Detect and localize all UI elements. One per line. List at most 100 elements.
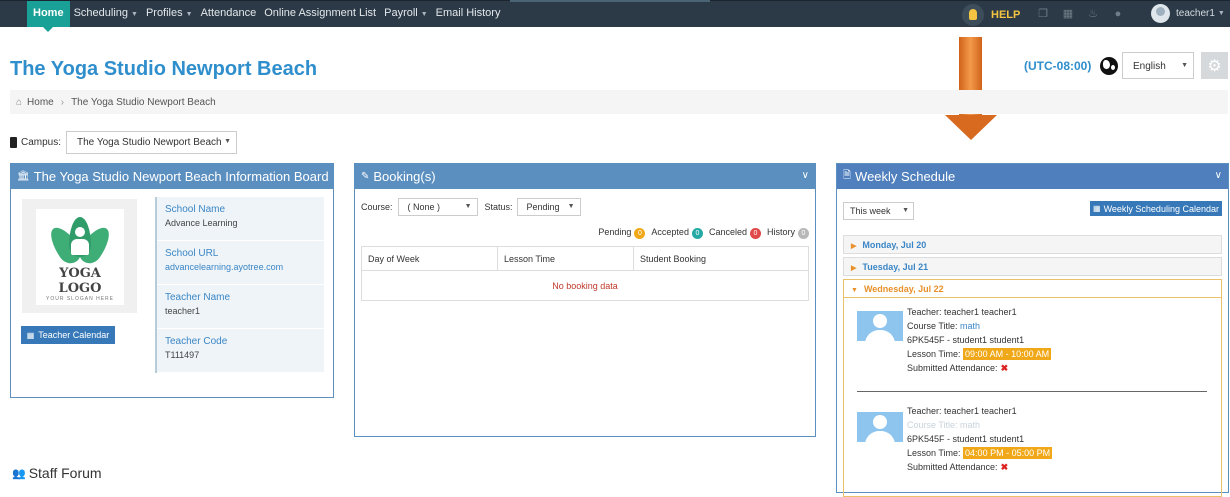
teacher-calendar-button[interactable]: ▦ Teacher Calendar (21, 326, 115, 344)
lesson-course: Course Title: math (907, 420, 981, 430)
day-accordion-monday[interactable]: ▶ Monday, Jul 20 (843, 235, 1222, 254)
course-label: Course: (361, 202, 393, 212)
info-item-school-name: School Name Advance Learning (157, 197, 324, 240)
avatar (857, 412, 903, 442)
status-count-badge: 0 (634, 228, 646, 239)
weekly-schedule-title: Weekly Schedule (855, 169, 956, 184)
users-icon: 👥 (12, 467, 26, 480)
nav-icon-group: ❐ ▦ ♨ ● (1036, 7, 1125, 21)
lesson-student: 6PK545F - student1 student1 (907, 434, 1025, 444)
breadcrumb-current: The Yoga Studio Newport Beach (71, 96, 216, 108)
wednesday-lessons: Teacher: teacher1 teacher1 Course Title:… (843, 297, 1222, 497)
main-nav: Home Scheduling ▼ Profiles ▼ Attendance On… (27, 1, 505, 32)
column-header[interactable]: Student Booking (633, 246, 809, 271)
bookings-panel: ✎ Booking(s) ∨ Course: ( None ) ▼ Status… (354, 163, 816, 437)
navbar-accent-line (510, 0, 710, 2)
campus-label: Campus: (21, 137, 62, 148)
nav-item-attendance[interactable]: Attendance (197, 1, 261, 27)
info-item-teacher-code: Teacher Code T111497 (157, 329, 324, 372)
column-header[interactable]: Day of Week (361, 246, 498, 271)
nav-item-profiles[interactable]: Profiles ▼ (142, 1, 197, 27)
information-board-title: The Yoga Studio Newport Beach Informatio… (33, 169, 329, 184)
information-board-header: 🏛 The Yoga Studio Newport Beach Informat… (11, 164, 333, 189)
school-logo: YOGA LOGO YOUR SLOGAN HERE (22, 199, 137, 313)
lesson-time-tag: 09:00 AM - 10:00 AM (963, 348, 1052, 360)
nav-item-payroll[interactable]: Payroll ▼ (380, 1, 432, 27)
nav-item-home[interactable]: Home (27, 1, 70, 32)
school-url-link[interactable]: advancelearning.ayotree.com (165, 262, 324, 272)
weekly-schedule-header: 🗎 Weekly Schedule ∨ (837, 164, 1228, 189)
course-link[interactable]: math (960, 420, 980, 430)
breadcrumb: ⌂ Home › The Yoga Studio Newport Beach (10, 90, 1228, 114)
top-navbar: Home Scheduling ▼ Profiles ▼ Attendance On… (0, 0, 1230, 32)
lesson-teacher: Teacher: teacher1 teacher1 (907, 406, 1017, 416)
avatar (857, 311, 903, 341)
nav-item-online-assignment-list[interactable]: Online Assignment List (260, 1, 380, 27)
logo-slogan: YOUR SLOGAN HERE (46, 296, 114, 302)
booking-status-legend: Pending 0 Accepted 0 Canceled 0 History 0 (598, 227, 809, 239)
status-count-badge: 0 (749, 228, 761, 239)
nav-item-scheduling[interactable]: Scheduling ▼ (70, 1, 142, 27)
chevron-down-icon: ▼ (1217, 10, 1225, 17)
calendar-icon: ▦ (26, 330, 35, 340)
bookings-filters: Course: ( None ) ▼ Status: Pending ▼ (361, 198, 581, 216)
weekly-schedule-panel: 🗎 Weekly Schedule ∨ This week ▼ ▦ Weekly… (836, 163, 1229, 497)
collapse-chevron-icon[interactable]: ∨ (1215, 170, 1222, 181)
cross-icon: ✖ (1000, 363, 1009, 373)
chevron-down-icon: ▼ (131, 11, 138, 18)
lesson-attendance: Submitted Attendance: ✖ (907, 462, 1009, 472)
collapse-chevron-icon[interactable]: ∨ (802, 170, 809, 181)
language-select[interactable]: English ▼ (1122, 52, 1194, 79)
breadcrumb-home-link[interactable]: Home (27, 97, 54, 108)
lightbulb-icon (962, 3, 984, 26)
course-link[interactable]: math (960, 321, 980, 331)
calendar-icon: ▦ (1093, 204, 1101, 213)
chevron-down-icon: ▼ (185, 11, 193, 18)
empty-state-text: No booking data (361, 270, 809, 301)
settings-button[interactable]: ⚙ (1201, 52, 1228, 79)
document-icon: 🗎 (843, 170, 852, 181)
lesson-attendance: Submitted Attendance: ✖ (907, 363, 1009, 373)
lotus-icon (44, 217, 116, 268)
chevron-down-icon: ▼ (1181, 62, 1188, 69)
day-accordion-wednesday[interactable]: ▼ Wednesday, Jul 22 (843, 279, 1222, 298)
week-select[interactable]: This week ▼ (843, 202, 914, 220)
calendar-icon[interactable]: ▦ (1061, 7, 1075, 21)
status-history[interactable]: History 0 (767, 227, 809, 239)
info-item-teacher-name: Teacher Name teacher1 (157, 285, 324, 328)
breadcrumb-separator: › (60, 96, 65, 108)
status-label: Status: (484, 202, 513, 212)
divider (857, 391, 1207, 392)
course-select[interactable]: ( None ) ▼ (397, 198, 478, 216)
page-title: The Yoga Studio Newport Beach (10, 58, 318, 80)
user-menu[interactable]: teacher1 ▼ (1151, 4, 1225, 23)
bell-icon[interactable]: ♨ (1086, 7, 1100, 21)
logo-text: YOGA LOGO (58, 266, 102, 296)
caret-right-icon: ▶ (851, 265, 857, 272)
status-select[interactable]: Pending ▼ (516, 198, 581, 216)
day-accordion-tuesday[interactable]: ▶ Tuesday, Jul 21 (843, 257, 1222, 276)
help-button[interactable]: HELP (962, 2, 1020, 27)
status-pending[interactable]: Pending 0 (598, 227, 646, 239)
chevron-down-icon: ▼ (420, 11, 428, 18)
user-name: teacher1 (1176, 8, 1215, 19)
campus-select[interactable]: The Yoga Studio Newport Beach ▼ (66, 131, 238, 154)
bookings-title: Booking(s) (373, 169, 436, 184)
weekly-scheduling-calendar-button[interactable]: ▦ Weekly Scheduling Calendar (1090, 201, 1222, 216)
lesson-course: Course Title: math (907, 321, 981, 331)
edit-icon: ✎ (361, 171, 370, 182)
bookings-header: ✎ Booking(s) ∨ (355, 164, 815, 189)
nav-item-email-history[interactable]: Email History (432, 1, 505, 27)
chat-icon[interactable]: ● (1111, 7, 1125, 21)
information-board-panel: 🏛 The Yoga Studio Newport Beach Informat… (10, 163, 334, 398)
status-canceled[interactable]: Canceled 0 (709, 227, 761, 239)
gear-icon: ⚙ (1207, 57, 1222, 75)
home-icon: ⌂ (16, 96, 23, 108)
lesson-student: 6PK545F - student1 student1 (907, 335, 1025, 345)
column-header[interactable]: Lesson Time (497, 246, 634, 271)
chevron-down-icon: ▼ (902, 207, 909, 214)
status-accepted[interactable]: Accepted 0 (651, 227, 703, 239)
lesson-time: Lesson Time: 04:00 PM - 05:00 PM (907, 447, 1053, 459)
chevron-down-icon: ▼ (464, 203, 472, 210)
copy-icon[interactable]: ❐ (1036, 7, 1050, 21)
